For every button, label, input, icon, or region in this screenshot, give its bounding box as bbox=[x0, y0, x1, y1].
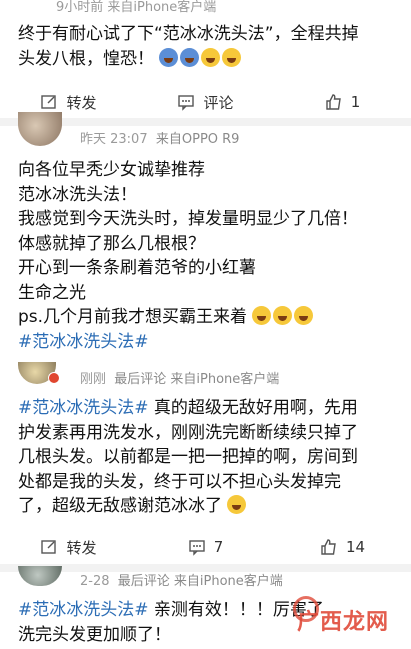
repost-button[interactable]: 转发 bbox=[0, 92, 137, 113]
post-line: 几根头发。以前都是一把一把掉的啊，房间到 bbox=[18, 447, 358, 467]
post-line: 范冰冰洗头法！ bbox=[18, 184, 137, 205]
hashtag-link[interactable]: #范冰冰洗头法# bbox=[18, 398, 149, 418]
repost-icon bbox=[41, 95, 57, 109]
comment-icon bbox=[178, 95, 195, 111]
post-body: 向各位早秃少女诚挚推荐 范冰冰洗头法！ 我感觉到今天洗头时，掉发量明显少了几倍！… bbox=[18, 158, 358, 354]
repost-button[interactable]: 转发 bbox=[0, 537, 137, 558]
post-line: 处都是我的头发，终于可以不担心头发掉完 bbox=[18, 471, 341, 492]
thumbs-up-icon bbox=[321, 539, 336, 555]
comment-button[interactable]: 7 bbox=[137, 538, 274, 556]
grin-face-icon bbox=[222, 47, 242, 67]
post-meta: 9小时前 来自iPhone客户端 bbox=[56, 0, 217, 15]
avatar[interactable] bbox=[18, 112, 62, 146]
post-body: #范冰冰洗头法# 亲测有效！！！厉害了 洗完头发更加顺了！ bbox=[18, 598, 324, 647]
post-line: 开心到一条条刷着范爷的小红薯 bbox=[18, 258, 256, 278]
post-line-2: 头发八根，惶恐！ bbox=[18, 47, 359, 72]
comment-button[interactable]: 评论 bbox=[137, 92, 274, 113]
post-line: 洗完头发更加顺了！ bbox=[18, 624, 171, 645]
post-body: 终于有耐心试了下“范冰冰洗头法”，全程共掉 头发八根，惶恐！ bbox=[18, 22, 359, 71]
post-line: 了，超级无敌感谢范冰冰了 bbox=[18, 494, 358, 519]
thumbs-up-icon bbox=[326, 94, 341, 110]
scream-face-icon bbox=[180, 47, 200, 67]
post-meta: 昨天 23:07 来自OPPO R9 bbox=[80, 132, 240, 147]
thinking-face-icon bbox=[294, 306, 314, 325]
thinking-face-icon bbox=[273, 306, 293, 325]
grin-face-icon bbox=[201, 47, 221, 67]
hashtag-link[interactable]: #范冰冰洗头法# bbox=[18, 600, 149, 620]
repost-icon bbox=[41, 540, 57, 554]
post-meta: 2-28 最后评论 来自iPhone客户端 bbox=[80, 574, 283, 589]
comment-icon bbox=[189, 540, 205, 556]
post-body: #范冰冰洗头法# 真的超级无敌好用啊，先用 护发素再用洗发水，刚刚洗完断断续续只… bbox=[18, 396, 358, 519]
verified-badge-icon bbox=[48, 372, 60, 384]
avatar[interactable] bbox=[18, 566, 62, 586]
tear-face-icon bbox=[227, 495, 247, 514]
post-meta: 刚刚 最后评论 来自iPhone客户端 bbox=[80, 372, 280, 387]
post-line: ps.几个月前我才想买霸王来着 bbox=[18, 305, 358, 330]
watermark: 广西龙网 bbox=[296, 610, 389, 635]
post-line: 我感觉到今天洗头时，掉发量明显少了几倍！ bbox=[18, 209, 358, 229]
post-line: 向各位早秃少女诚挚推荐 bbox=[18, 160, 205, 180]
hashtag-link[interactable]: #范冰冰洗头法# bbox=[18, 330, 358, 355]
post-line: 护发素再用洗发水，刚刚洗完断断续续只掉了 bbox=[18, 422, 358, 443]
post-line: #范冰冰洗头法# 亲测有效！！！厉害了 bbox=[18, 600, 324, 620]
post-line: 体感就掉了那么几根根？ bbox=[18, 233, 205, 254]
thinking-face-icon bbox=[252, 306, 272, 325]
scream-face-icon bbox=[159, 47, 179, 67]
post-line: 终于有耐心试了下“范冰冰洗头法”，全程共掉 bbox=[18, 24, 359, 44]
post-line: #范冰冰洗头法# 真的超级无敌好用啊，先用 bbox=[18, 398, 358, 418]
post-actions: 转发 7 14 bbox=[0, 527, 411, 567]
post-line: 生命之光 bbox=[18, 282, 86, 303]
like-button[interactable]: 14 bbox=[274, 538, 411, 556]
like-button[interactable]: 1 bbox=[274, 93, 411, 111]
